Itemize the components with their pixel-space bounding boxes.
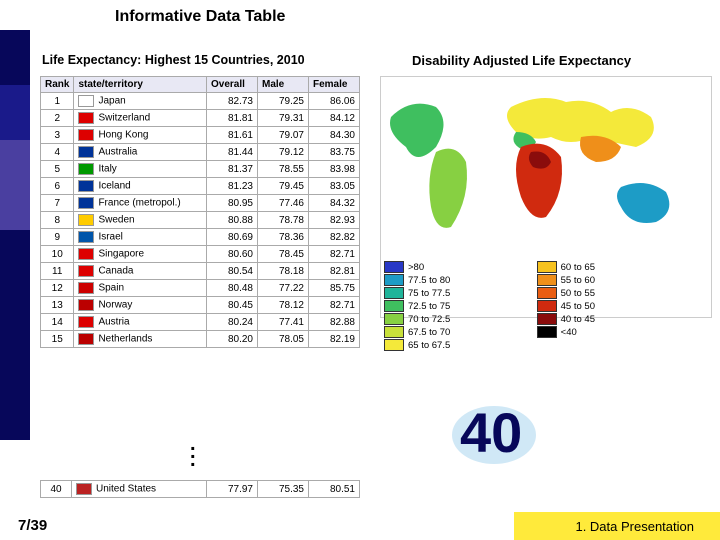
map-legend: >8077.5 to 8075 to 77.572.5 to 7570 to 7… <box>384 260 708 352</box>
callout-number: 40 <box>460 400 522 465</box>
page-title: Informative Data Table <box>115 8 285 26</box>
table-row: 3Hong Kong81.6179.0784.30 <box>41 127 360 144</box>
col-female: Female <box>309 77 360 93</box>
table-row: 13Norway80.4578.1282.71 <box>41 297 360 314</box>
right-subtitle: Disability Adjusted Life Expectancy <box>412 53 631 68</box>
table-row: 12Spain80.4877.2285.75 <box>41 280 360 297</box>
col-rank: Rank <box>41 77 74 93</box>
footer: 7/39 1. Data Presentation <box>0 512 720 540</box>
table-row: 1Japan82.7379.2586.06 <box>41 93 360 110</box>
col-state: state/territory <box>74 77 207 93</box>
col-male: Male <box>258 77 309 93</box>
page-number: 7/39 <box>18 517 47 534</box>
legend-item: 72.5 to 75 <box>384 300 534 312</box>
table-row: 6Iceland81.2379.4583.05 <box>41 178 360 195</box>
table-row: 4Australia81.4479.1283.75 <box>41 144 360 161</box>
legend-item: 70 to 72.5 <box>384 313 534 325</box>
us-row-table: 40United States77.9775.3580.51 <box>40 480 360 498</box>
ellipsis-icon: ... <box>190 440 196 464</box>
legend-item: 50 to 55 <box>537 287 687 299</box>
legend-item: <40 <box>537 326 687 338</box>
table-row: 8Sweden80.8878.7882.93 <box>41 212 360 229</box>
legend-item: 55 to 60 <box>537 274 687 286</box>
section-label: 1. Data Presentation <box>575 519 694 534</box>
table-row: 5Italy81.3778.5583.98 <box>41 161 360 178</box>
table-row: 11Canada80.5478.1882.81 <box>41 263 360 280</box>
col-overall: Overall <box>207 77 258 93</box>
table-row: 10Singapore80.6078.4582.71 <box>41 246 360 263</box>
legend-item: 45 to 50 <box>537 300 687 312</box>
left-subtitle: Life Expectancy: Highest 15 Countries, 2… <box>42 53 305 67</box>
table-row: 14Austria80.2477.4182.88 <box>41 314 360 331</box>
table-row: 7France (metropol.)80.9577.4684.32 <box>41 195 360 212</box>
table-row: 9Israel80.6978.3682.82 <box>41 229 360 246</box>
decorative-sidebar <box>0 30 30 440</box>
legend-item: >80 <box>384 261 534 273</box>
callout-value: 40 <box>460 401 522 464</box>
table-row: 2Switzerland81.8179.3184.12 <box>41 110 360 127</box>
legend-item: 65 to 67.5 <box>384 339 534 351</box>
legend-item: 77.5 to 80 <box>384 274 534 286</box>
legend-item: 60 to 65 <box>537 261 687 273</box>
legend-item: 40 to 45 <box>537 313 687 325</box>
legend-item: 67.5 to 70 <box>384 326 534 338</box>
legend-item: 75 to 77.5 <box>384 287 534 299</box>
table-row: 15Netherlands80.2078.0582.19 <box>41 331 360 348</box>
life-expectancy-table: Rank state/territory Overall Male Female… <box>40 76 360 348</box>
table-row: 40United States77.9775.3580.51 <box>41 481 360 498</box>
